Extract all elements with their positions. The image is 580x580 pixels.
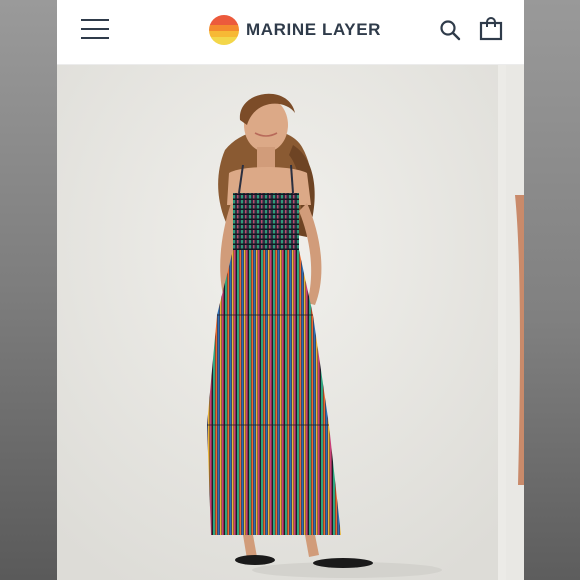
shopping-bag-icon[interactable] bbox=[478, 16, 504, 42]
photo-frame-left bbox=[0, 0, 57, 580]
hamburger-menu-icon[interactable] bbox=[81, 18, 111, 40]
search-icon[interactable] bbox=[438, 18, 462, 42]
product-image-main[interactable] bbox=[57, 65, 498, 580]
product-image-next-peek[interactable] bbox=[506, 65, 524, 580]
brand-logo[interactable]: MARINE LAYER bbox=[209, 14, 381, 46]
product-gallery[interactable] bbox=[57, 65, 524, 580]
site-header: MARINE LAYER bbox=[57, 0, 524, 65]
brand-name: MARINE LAYER bbox=[246, 20, 382, 39]
mobile-screen: MARINE LAYER bbox=[57, 0, 524, 580]
sunset-logo-icon bbox=[209, 15, 239, 45]
photo-frame-right bbox=[524, 0, 580, 580]
